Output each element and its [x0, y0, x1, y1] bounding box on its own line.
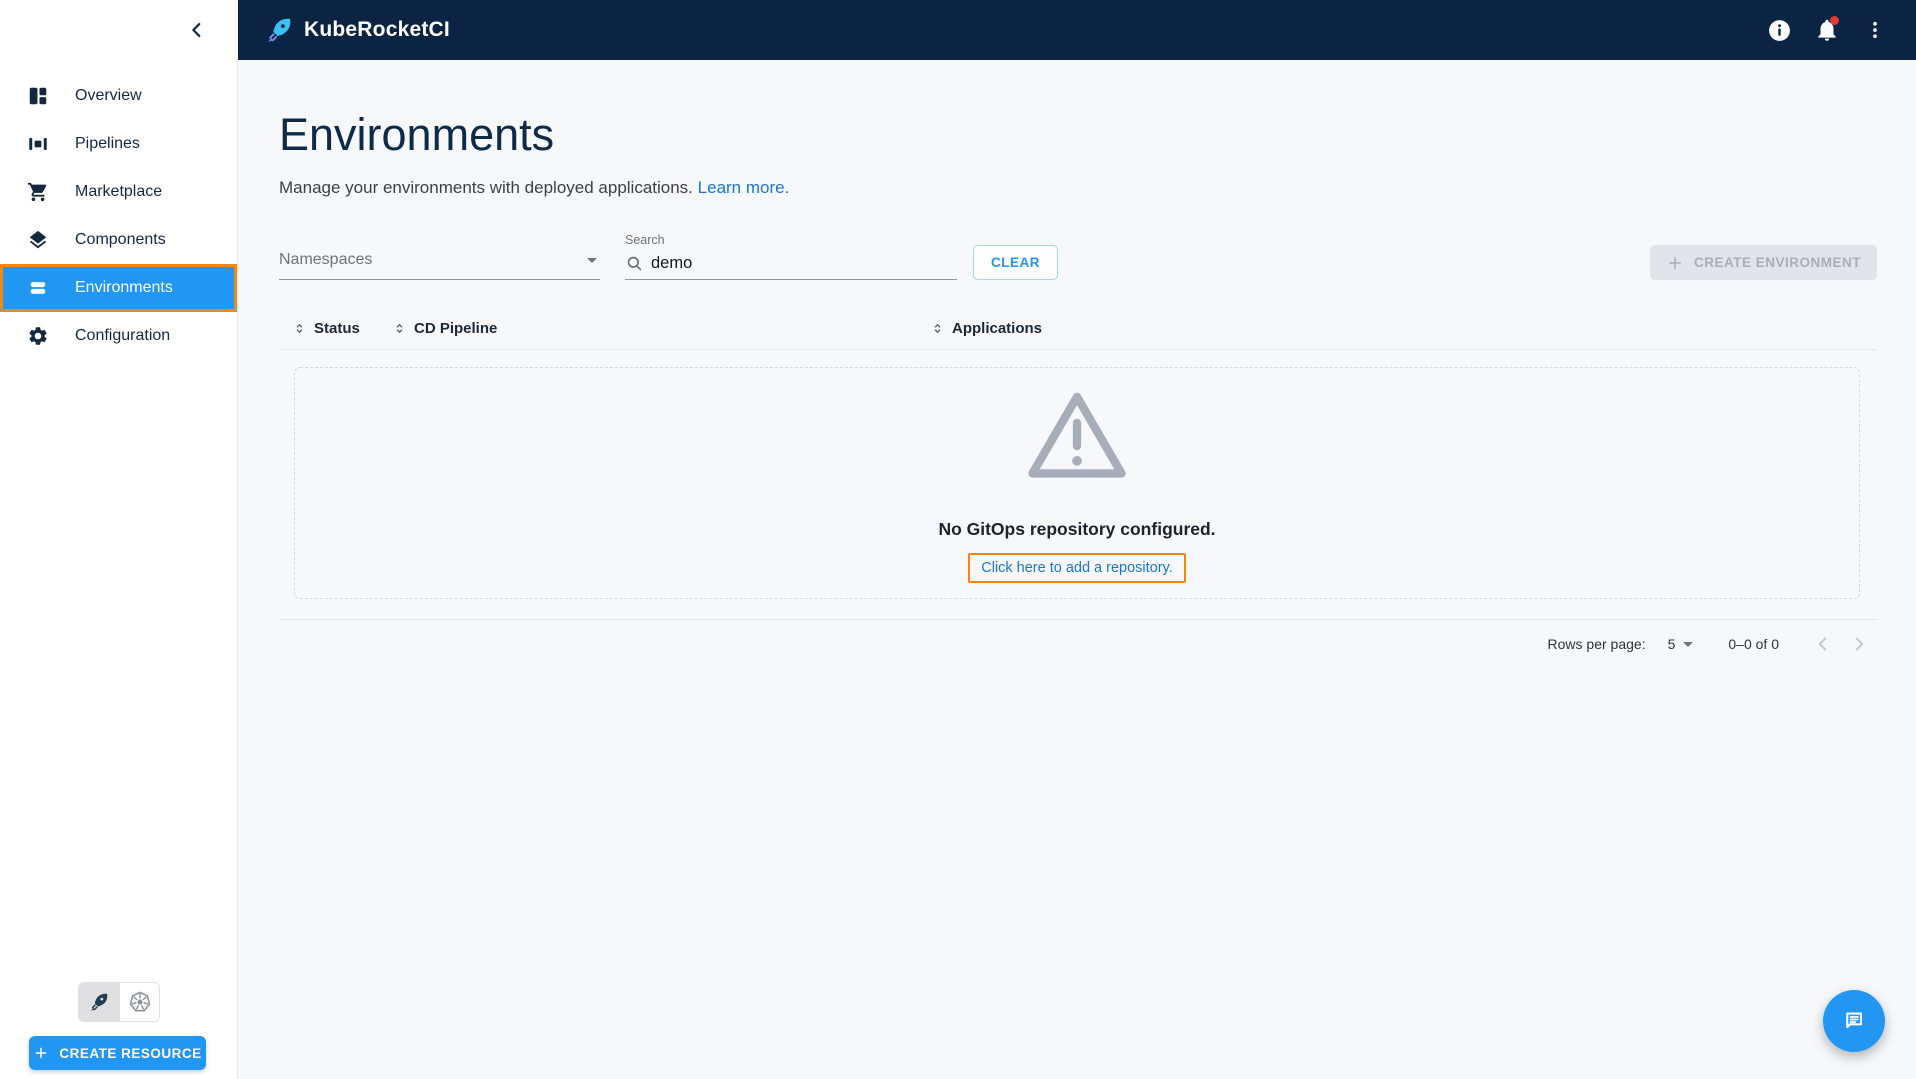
more-menu-button[interactable] [1854, 9, 1896, 51]
sort-icon [392, 321, 407, 336]
create-environment-button[interactable]: CREATE ENVIRONMENT [1649, 245, 1877, 280]
topbar-bar: KubeRocketCI [238, 0, 1916, 60]
column-header-label: Applications [952, 319, 1043, 337]
sidebar-item-environments[interactable]: Environments [0, 264, 237, 312]
topbar: KubeRocketCI [0, 0, 1916, 60]
column-header-applications[interactable]: Applications [917, 320, 1877, 337]
search-input[interactable] [651, 254, 936, 273]
notifications-button[interactable] [1806, 9, 1848, 51]
chevron-left-icon [186, 19, 208, 41]
sort-icon [930, 321, 945, 336]
rows-per-page-select[interactable]: 5 [1668, 636, 1697, 652]
sidebar: Overview Pipelines Marketplace Component… [0, 60, 238, 1079]
empty-state-message: No GitOps repository configured. [938, 519, 1216, 539]
plus-icon [1666, 254, 1684, 272]
sort-icon [292, 321, 307, 336]
search-field: Search [625, 233, 957, 280]
dashboard-icon [27, 85, 49, 107]
chat-icon [1839, 1006, 1869, 1036]
previous-page-button[interactable] [1805, 626, 1841, 662]
chevron-left-icon [1811, 632, 1835, 656]
kebab-menu-icon [1864, 19, 1886, 41]
info-button[interactable] [1758, 9, 1800, 51]
sidebar-item-label: Overview [75, 87, 142, 104]
brand-name: KubeRocketCI [304, 18, 450, 41]
rocket-logo-icon [264, 15, 294, 45]
namespaces-label: Namespaces [279, 251, 373, 268]
column-header-label: CD Pipeline [414, 319, 498, 337]
main-content: Environments Manage your environments wi… [238, 60, 1916, 1079]
plus-icon [33, 1045, 49, 1061]
search-icon [625, 254, 644, 273]
sidebar-item-label: Components [75, 231, 166, 248]
column-header-status[interactable]: Status [279, 320, 379, 337]
rows-per-page-label: Rows per page: [1547, 636, 1646, 652]
page-subtitle: Manage your environments with deployed a… [279, 178, 1877, 198]
portal-view-toggle-button[interactable] [79, 983, 119, 1021]
empty-state-box: No GitOps repository configured. Click h… [294, 367, 1860, 599]
stacked-bars-icon [27, 277, 49, 299]
page-subtitle-text: Manage your environments with deployed a… [279, 178, 693, 197]
column-header-label: Status [314, 319, 360, 337]
sidebar-item-label: Environments [75, 279, 173, 296]
gear-icon [27, 325, 49, 347]
brand-home-link[interactable]: KubeRocketCI [264, 15, 450, 45]
add-repository-link[interactable]: Click here to add a repository. [968, 553, 1186, 583]
cluster-view-toggle [78, 982, 160, 1022]
info-icon [1767, 18, 1792, 43]
sidebar-header [0, 0, 238, 60]
create-resource-label: CREATE RESOURCE [59, 1045, 202, 1061]
table-header-row: Status CD Pipeline Applications [279, 307, 1877, 350]
create-resource-button[interactable]: CREATE RESOURCE [29, 1036, 206, 1070]
learn-more-link[interactable]: Learn more. [698, 178, 790, 197]
sidebar-nav: Overview Pipelines Marketplace Component… [0, 60, 237, 360]
cart-icon [27, 181, 49, 203]
pagination-bar: Rows per page: 5 0–0 of 0 [279, 620, 1877, 668]
create-environment-label: CREATE ENVIRONMENT [1693, 255, 1861, 270]
sidebar-item-label: Configuration [75, 327, 171, 344]
pipelines-icon [27, 133, 49, 155]
kubernetes-icon [128, 990, 152, 1014]
column-header-cd-pipeline[interactable]: CD Pipeline [379, 320, 917, 337]
filter-row: Namespaces Search CLEAR CREATE ENVIRONME… [279, 233, 1877, 280]
sidebar-item-marketplace[interactable]: Marketplace [0, 168, 237, 216]
sidebar-item-configuration[interactable]: Configuration [0, 312, 237, 360]
chevron-down-icon [587, 257, 597, 263]
pagination-range: 0–0 of 0 [1728, 636, 1779, 652]
sidebar-item-overview[interactable]: Overview [0, 72, 237, 120]
sidebar-item-components[interactable]: Components [0, 216, 237, 264]
layers-icon [27, 229, 49, 251]
notification-badge-dot [1830, 16, 1839, 25]
sidebar-item-pipelines[interactable]: Pipelines [0, 120, 237, 168]
next-page-button[interactable] [1841, 626, 1877, 662]
kubernetes-view-toggle-button[interactable] [119, 983, 159, 1021]
warning-triangle-icon [1021, 383, 1133, 485]
rocket-icon [88, 991, 110, 1013]
chevron-down-icon [1683, 641, 1694, 647]
namespaces-select[interactable]: Namespaces [279, 251, 600, 280]
sidebar-item-label: Marketplace [75, 183, 163, 200]
sidebar-item-label: Pipelines [75, 135, 140, 152]
feedback-chat-fab[interactable] [1823, 990, 1885, 1052]
clear-search-button[interactable]: CLEAR [973, 245, 1058, 280]
search-label: Search [625, 233, 665, 247]
search-row [625, 254, 957, 280]
topbar-actions [1758, 9, 1896, 51]
rows-per-page-value: 5 [1667, 636, 1676, 652]
chevron-right-icon [1847, 632, 1871, 656]
page-title: Environments [279, 109, 555, 160]
collapse-sidebar-button[interactable] [180, 13, 214, 47]
